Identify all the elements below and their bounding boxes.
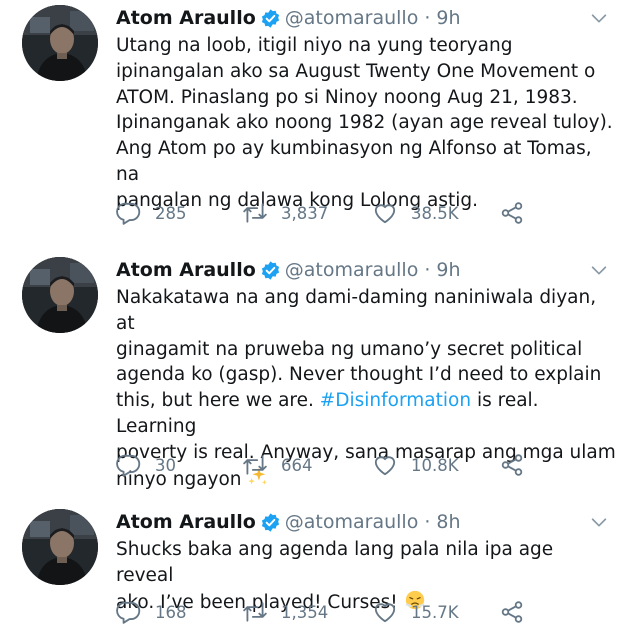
separator-dot: ·: [424, 259, 431, 281]
tweet-1[interactable]: Atom Araullo @atomaraullo · 9h Utang na …: [0, 3, 630, 243]
like-button[interactable]: 15.7K: [372, 598, 459, 626]
tweet-text-line: ipinangalan ako sa August Twenty One Mov…: [116, 60, 596, 82]
chevron-down-icon[interactable]: [588, 7, 610, 29]
like-button[interactable]: 10.8K: [372, 451, 459, 479]
tweet-text: Utang na loob, itigil niyo na yung teory…: [116, 33, 616, 214]
reply-count: 30: [155, 455, 176, 475]
verified-badge-icon: [260, 512, 281, 533]
chevron-down-icon[interactable]: [588, 259, 610, 281]
separator-dot: ·: [424, 7, 431, 29]
retweet-icon: [242, 599, 268, 625]
retweet-button[interactable]: 664: [242, 451, 313, 479]
tweet-text-line: Nakakatawa na ang dami-daming naniniwala…: [116, 287, 602, 334]
tweet-text-line: Ang Atom po ay kumbinasyon ng Alfonso at…: [116, 138, 598, 185]
reply-icon: [116, 452, 142, 478]
tweet-3[interactable]: Atom Araullo @atomaraullo · 8h Shucks ba…: [0, 507, 630, 639]
timestamp[interactable]: 9h: [436, 255, 460, 285]
retweet-count: 664: [281, 455, 313, 475]
tweet-actions: 30 664 10.8K: [116, 451, 526, 479]
share-icon: [499, 452, 525, 478]
reply-button[interactable]: 285: [116, 199, 187, 227]
author-handle[interactable]: @atomaraullo: [285, 507, 419, 537]
tweet-header: Atom Araullo @atomaraullo · 8h: [116, 507, 461, 537]
tweet-text-line: ginagamit na pruweba ng umano’y secret p…: [116, 338, 583, 360]
reply-icon: [116, 599, 142, 625]
verified-badge-icon: [260, 260, 281, 281]
share-button[interactable]: [499, 598, 538, 626]
reply-count: 285: [155, 203, 187, 223]
share-button[interactable]: [499, 451, 538, 479]
avatar[interactable]: [22, 509, 98, 585]
tweet-actions: 168 1,354 15.7K: [116, 598, 526, 626]
chevron-down-icon[interactable]: [588, 511, 610, 533]
avatar[interactable]: [22, 257, 98, 333]
separator-dot: ·: [424, 511, 431, 533]
tweet-header: Atom Araullo @atomaraullo · 9h: [116, 3, 461, 33]
retweet-button[interactable]: 3,837: [242, 199, 328, 227]
tweet-text-line: ATOM. Pinaslang po si Ninoy noong Aug 21…: [116, 86, 578, 108]
author-name[interactable]: Atom Araullo: [116, 3, 256, 33]
share-button[interactable]: [499, 199, 538, 227]
tweet-text-line: Shucks baka ang agenda lang pala nila ip…: [116, 539, 560, 586]
share-icon: [499, 599, 525, 625]
retweet-icon: [242, 452, 268, 478]
verified-badge-icon: [260, 8, 281, 29]
tweet-text-line: agenda ko (gasp). Never thought I’d need…: [116, 364, 602, 386]
share-icon: [499, 200, 525, 226]
like-count: 10.8K: [411, 455, 459, 475]
like-count: 15.7K: [411, 602, 459, 622]
reply-button[interactable]: 168: [116, 598, 187, 626]
retweet-button[interactable]: 1,354: [242, 598, 328, 626]
like-count: 38.5K: [411, 203, 459, 223]
author-handle[interactable]: @atomaraullo: [285, 255, 419, 285]
retweet-count: 3,837: [281, 203, 329, 223]
author-handle[interactable]: @atomaraullo: [285, 3, 419, 33]
timestamp[interactable]: 8h: [436, 507, 460, 537]
like-icon: [372, 452, 398, 478]
timestamp[interactable]: 9h: [436, 3, 460, 33]
like-button[interactable]: 38.5K: [372, 199, 459, 227]
author-name[interactable]: Atom Araullo: [116, 255, 256, 285]
avatar[interactable]: [22, 5, 98, 81]
reply-icon: [116, 200, 142, 226]
like-icon: [372, 200, 398, 226]
like-icon: [372, 599, 398, 625]
tweet-text-segment: this, but here we are.: [116, 390, 320, 412]
tweet-actions: 285 3,837 38.5K: [116, 199, 526, 227]
tweet-2[interactable]: Atom Araullo @atomaraullo · 9h Nakakataw…: [0, 255, 630, 495]
tweet-text-line: Utang na loob, itigil niyo na yung teory…: [116, 35, 513, 56]
tweet-header: Atom Araullo @atomaraullo · 9h: [116, 255, 461, 285]
author-name[interactable]: Atom Araullo: [116, 507, 256, 537]
reply-button[interactable]: 30: [116, 451, 176, 479]
retweet-icon: [242, 200, 268, 226]
tweet-text-line: Ipinanganak ako noong 1982 (ayan age rev…: [116, 112, 613, 134]
reply-count: 168: [155, 602, 187, 622]
retweet-count: 1,354: [281, 602, 329, 622]
hashtag-link[interactable]: #Disinformation: [320, 390, 471, 411]
